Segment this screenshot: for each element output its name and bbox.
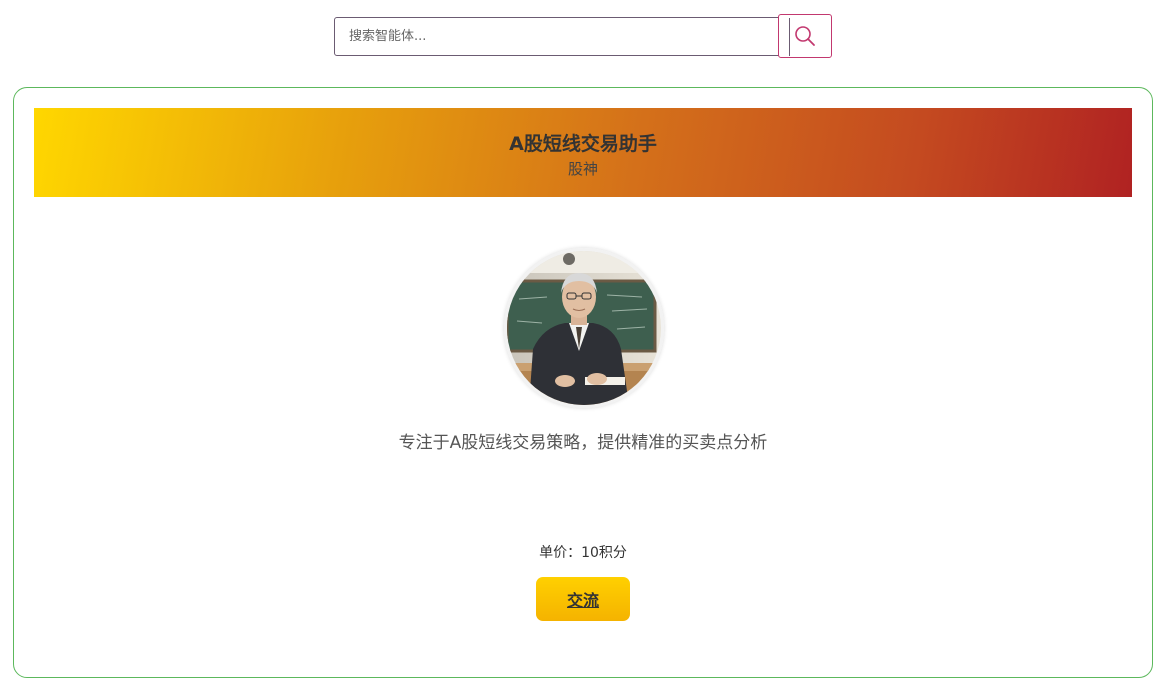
chat-button[interactable]: 交流 xyxy=(536,577,630,621)
agent-card: A股短线交易助手 股神 专注于A股短线交易策略，提供精准的买卖点分析 单价：10… xyxy=(13,87,1153,678)
search-input[interactable] xyxy=(334,17,792,56)
agent-description: 专注于A股短线交易策略，提供精准的买卖点分析 xyxy=(398,433,768,453)
search-icon xyxy=(795,26,815,46)
agent-subtitle: 股神 xyxy=(567,160,598,178)
avatar-image xyxy=(507,251,661,405)
search-divider xyxy=(789,18,793,56)
search-button[interactable] xyxy=(778,14,832,58)
search-bar xyxy=(334,14,832,58)
avatar xyxy=(504,248,664,408)
agent-banner: A股短线交易助手 股神 xyxy=(34,108,1132,197)
agent-title: A股短线交易助手 xyxy=(509,133,657,155)
agent-price: 单价：10积分 xyxy=(539,545,627,561)
